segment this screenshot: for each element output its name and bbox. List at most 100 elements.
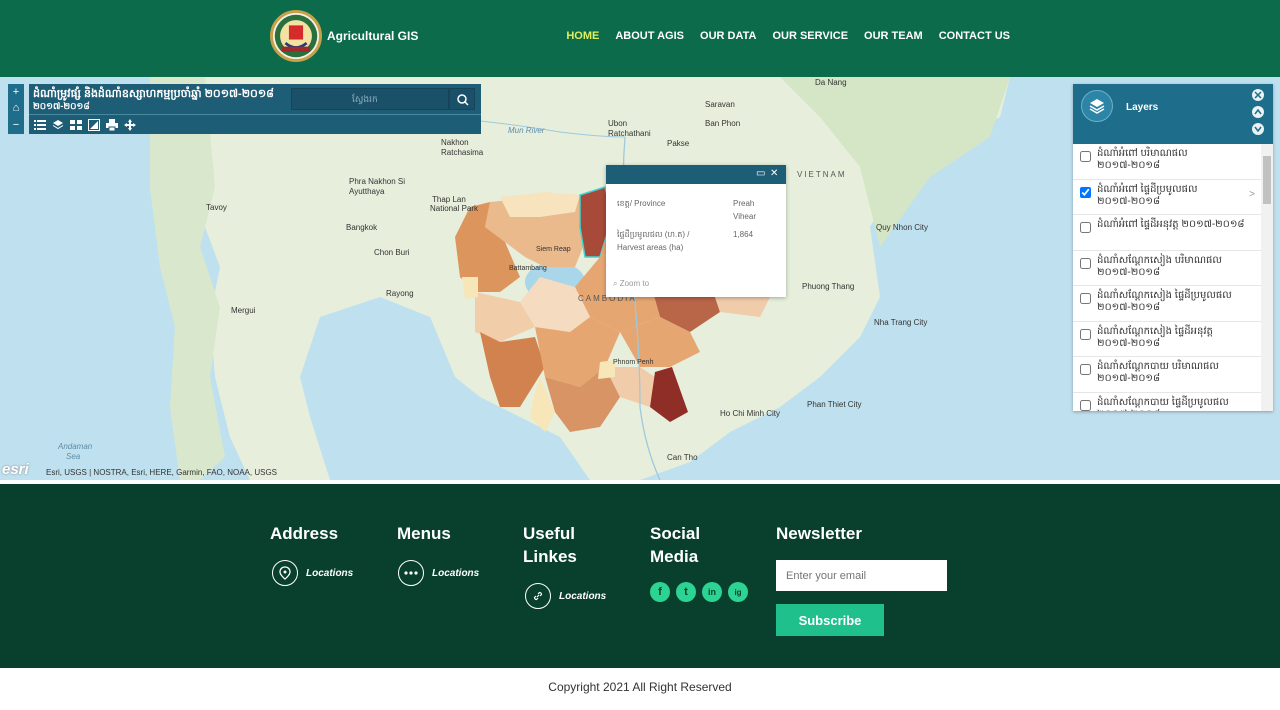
popup-harvest-value: 1,864 — [733, 230, 754, 239]
map-attribution: Esri, USGS | NOSTRA, Esri, HERE, Garmin,… — [46, 468, 278, 477]
social-icons: f t in ig — [650, 582, 748, 602]
popup-header: ▭ ✕ — [606, 165, 786, 184]
label-ubon: Ubon — [608, 119, 628, 128]
layer-label: ដំណាំសណ្តែកបាយ ផ្ទៃដីប្រមូលផល ២០១៧-២០១៨ — [1097, 396, 1229, 412]
label-thap-lan: Thap Lan — [432, 195, 466, 204]
site-footer: Address Locations Menus Locations Useful… — [0, 480, 1280, 668]
map-search-input[interactable]: ស្វែងរក — [291, 88, 449, 110]
chevron-right-icon[interactable]: > — [1249, 189, 1255, 200]
nav-our-data[interactable]: OUR DATA — [700, 30, 756, 42]
linkedin-icon[interactable]: in — [702, 582, 722, 602]
label-phnom-penh: Phnom Penh — [613, 359, 654, 366]
label-saravan: Saravan — [705, 100, 735, 109]
scrollbar-thumb[interactable] — [1263, 156, 1271, 204]
maximize-icon[interactable]: ▭ — [756, 168, 765, 179]
brand-name[interactable]: Agricultural GIS — [327, 29, 418, 43]
layer-item[interactable]: ដំណាំសណ្តែកបាយ បរិមាណផល ២០១៧-២០១៨ — [1073, 357, 1261, 393]
feature-popup: ▭ ✕ ខេត្ត/ Province Preah Vihear ផ្ទៃដីប… — [606, 165, 786, 297]
layer-checkbox[interactable] — [1080, 328, 1091, 340]
layer-checkbox[interactable] — [1080, 293, 1091, 304]
magnifier-icon: ⌕ — [613, 279, 618, 288]
label-phra-nakhon-si: Phra Nakhon Si — [349, 177, 406, 186]
chevron-down-icon — [1254, 126, 1262, 133]
layer-checkbox[interactable] — [1080, 257, 1091, 269]
menus-link-label: Locations — [432, 567, 480, 579]
address-heading: Address — [270, 524, 339, 543]
layer-item[interactable]: ដំណាំអំពៅ បរិមាណផល ២០១៧-២០១៨ — [1073, 144, 1261, 180]
label-ayutthaya: Ayutthaya — [349, 187, 385, 196]
useful-location-link[interactable]: Locations — [525, 583, 606, 609]
label-phuong-thang: Phuong Thang — [802, 282, 855, 291]
layer-item[interactable]: ដំណាំសណ្តែកសៀង បរិមាណផល ២០១៧-២០១៨ — [1073, 251, 1261, 286]
layers-panel: Layers ដំណាំអំពៅ បរិមាណផល ២០១៧-២០១៨ ដំណា… — [1073, 84, 1273, 411]
useful-heading-line2: Linkes — [523, 547, 577, 566]
map-pin-icon — [272, 560, 298, 586]
subscribe-button[interactable]: Subscribe — [776, 604, 884, 636]
footer-useful-links: Useful Linkes — [523, 522, 577, 568]
basemap-gallery-icon[interactable] — [69, 118, 83, 132]
popup-province-value: Preah Vihear — [733, 199, 756, 221]
layers-icon[interactable] — [51, 118, 65, 132]
layers-stack-icon — [1081, 90, 1113, 122]
nav-about[interactable]: ABOUT AGIS — [615, 30, 684, 42]
zoom-to-link[interactable]: ⌕ Zoom to — [613, 279, 649, 289]
layer-item[interactable]: ដំណាំអំពៅ ផ្ទៃដីប្រមូលផល ២០១៧-២០១៨ > — [1073, 180, 1261, 215]
menus-location-link[interactable]: Locations — [398, 560, 479, 586]
zoom-out-button[interactable]: − — [13, 120, 19, 131]
scroll-down-button[interactable] — [1252, 123, 1264, 135]
label-pakse: Pakse — [667, 139, 690, 148]
close-panel-button[interactable] — [1252, 89, 1264, 101]
footer-social: Social Media — [650, 522, 700, 568]
home-button[interactable]: ⌂ — [13, 103, 20, 114]
nav-our-service[interactable]: OUR SERVICE — [772, 30, 848, 42]
layer-item[interactable]: ដំណាំសណ្តែកបាយ ផ្ទៃដីប្រមូលផល ២០១៧-២០១៨ — [1073, 393, 1261, 412]
site-header: Agricultural GIS HOME ABOUT AGIS OUR DAT… — [0, 0, 1280, 77]
label-siem-reap: Siem Reap — [536, 246, 571, 253]
instagram-icon[interactable]: ig — [728, 582, 748, 602]
nav-contact-us[interactable]: CONTACT US — [939, 30, 1010, 42]
label-battambang: Battambang — [509, 265, 547, 272]
layer-checkbox[interactable] — [1080, 222, 1091, 233]
newsletter-email-input[interactable] — [776, 560, 947, 591]
search-button[interactable] — [449, 88, 475, 110]
social-heading-line1: Social — [650, 524, 701, 543]
layer-checkbox[interactable] — [1080, 364, 1091, 375]
layer-checkbox[interactable] — [1080, 399, 1091, 411]
map-view[interactable]: Da Nang Saravan Ubon Ratchathani Ban Pho… — [0, 77, 1280, 480]
useful-link-label: Locations — [559, 590, 607, 602]
print-icon[interactable] — [105, 118, 119, 132]
layer-item[interactable]: ដំណាំអំពៅ ផ្ទៃដីអនុវត្ត ២០១៧-២០១៨ — [1073, 215, 1261, 251]
legend-list-icon[interactable] — [33, 118, 47, 132]
layer-checkbox[interactable] — [1080, 151, 1091, 162]
measure-icon[interactable] — [87, 118, 101, 132]
label-national-park: National Park — [430, 204, 479, 213]
layer-checkbox[interactable] — [1080, 186, 1091, 198]
newsletter-heading: Newsletter — [776, 524, 862, 543]
ministry-logo[interactable] — [270, 10, 322, 62]
label-nakhon: Nakhon — [441, 138, 469, 147]
layer-label: ដំណាំសណ្តែកបាយ បរិមាណផល ២០១៧-២០១៨ — [1097, 361, 1219, 384]
label-sea: Sea — [66, 452, 81, 461]
nav-home[interactable]: HOME — [566, 30, 599, 42]
nav-our-team[interactable]: OUR TEAM — [864, 30, 923, 42]
pan-icon[interactable] — [123, 118, 137, 132]
zoom-in-button[interactable]: + — [13, 86, 19, 98]
zoom-controls: + ⌂ − — [8, 84, 24, 134]
menus-heading: Menus — [397, 524, 451, 543]
label-ratchathani: Ratchathani — [608, 129, 651, 138]
layer-item[interactable]: ដំណាំសណ្តែកសៀង ផ្ទៃដីអនុវត្ត ២០១៧-២០១៨ — [1073, 322, 1261, 357]
layers-scrollbar[interactable] — [1261, 144, 1273, 411]
label-mun-river: Mun River — [508, 126, 545, 135]
label-tavoy: Tavoy — [206, 203, 227, 212]
layer-label: ដំណាំអំពៅ ផ្ទៃដីប្រមូលផល ២០១៧-២០១៨ — [1097, 183, 1198, 207]
layer-item[interactable]: ដំណាំសណ្តែកសៀង ផ្ទៃដីប្រមូលផល ២០១៧-២០១៨ — [1073, 286, 1261, 322]
map-subtitle: ២០១៧-២០១៨ — [33, 101, 90, 111]
layer-label: ដំណាំសណ្តែកសៀង បរិមាណផល ២០១៧-២០១៨ — [1097, 254, 1222, 278]
twitter-icon[interactable]: t — [676, 582, 696, 602]
close-icon[interactable]: ✕ — [770, 168, 778, 179]
chevron-up-icon — [1254, 108, 1262, 115]
label-can-tho: Can Tho — [667, 453, 698, 462]
scroll-up-button[interactable] — [1252, 106, 1264, 118]
address-location-link[interactable]: Locations — [272, 560, 353, 586]
facebook-icon[interactable]: f — [650, 582, 670, 602]
